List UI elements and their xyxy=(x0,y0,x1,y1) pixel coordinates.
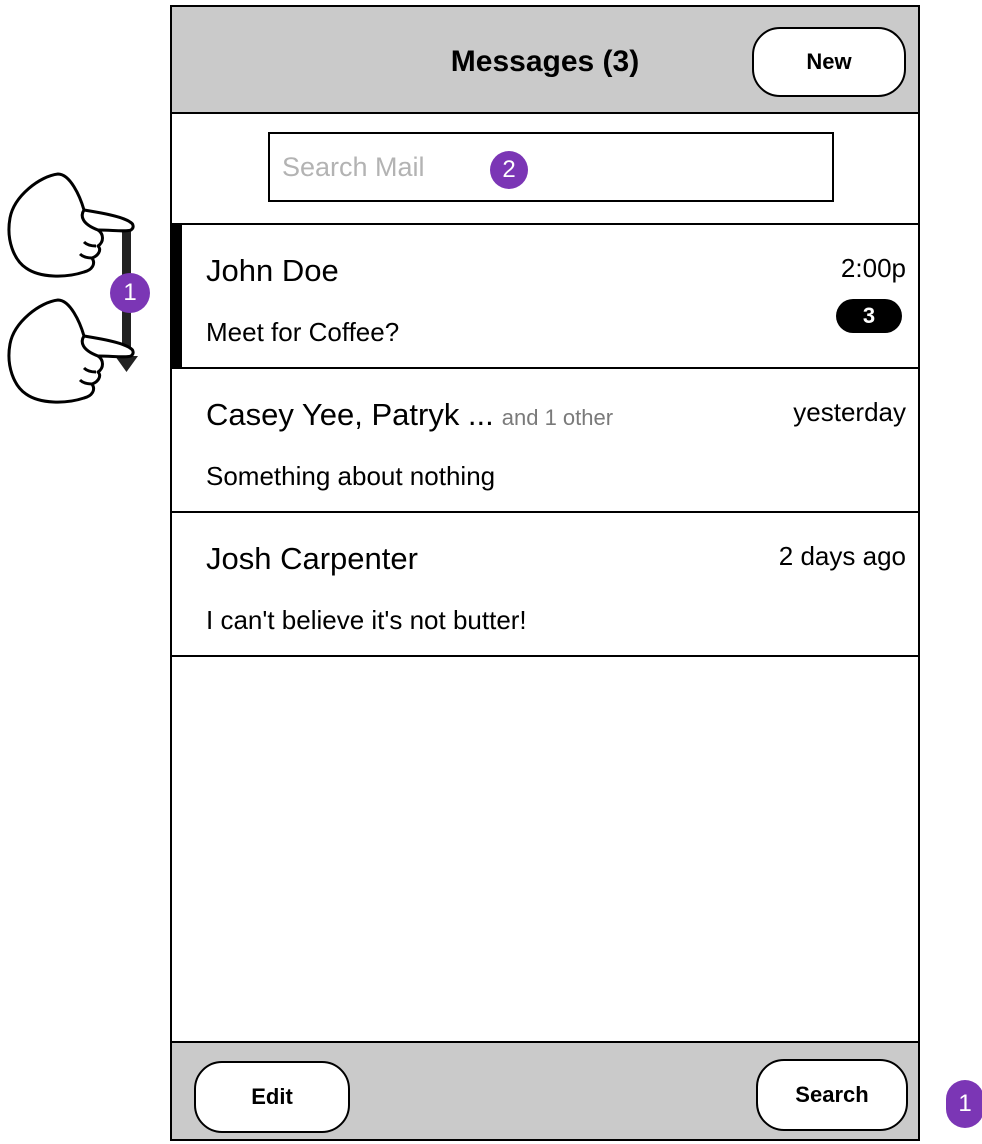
message-row[interactable]: John Doe Meet for Coffee? 2:00p 3 xyxy=(172,225,918,369)
message-preview: I can't believe it's not butter! xyxy=(206,605,527,635)
search-button[interactable]: Search xyxy=(756,1059,908,1131)
search-bar: 2 xyxy=(172,114,918,225)
message-preview: Meet for Coffee? xyxy=(206,317,400,347)
message-sender-line: Casey Yee, Patryk ... and 1 other xyxy=(206,397,613,433)
messages-screen: Messages (3) New 2 John Doe Meet for Cof… xyxy=(170,5,920,1141)
search-step-marker: 2 xyxy=(490,151,528,189)
footer-step-marker: 1 xyxy=(946,1080,982,1128)
search-input[interactable] xyxy=(268,132,834,202)
message-time: 2 days ago xyxy=(778,541,906,571)
message-row[interactable]: Josh Carpenter I can't believe it's not … xyxy=(172,513,918,657)
unread-count-badge: 3 xyxy=(836,299,902,333)
header-bar: Messages (3) New xyxy=(172,7,918,114)
gesture-step-marker: 1 xyxy=(110,273,150,313)
message-extra-recipients: and 1 other xyxy=(501,405,614,430)
message-time: 2:00p xyxy=(840,253,906,283)
message-row[interactable]: Casey Yee, Patryk ... and 1 other Somethi… xyxy=(172,369,918,513)
message-sender: Casey Yee, Patryk ... xyxy=(206,397,494,432)
message-time: yesterday xyxy=(793,397,906,427)
message-preview: Something about nothing xyxy=(206,461,496,491)
new-message-button[interactable]: New xyxy=(752,27,906,97)
message-sender: Josh Carpenter xyxy=(206,541,418,576)
edit-button[interactable]: Edit xyxy=(194,1061,350,1133)
message-sender: John Doe xyxy=(206,253,339,288)
pull-down-gesture-annotation: 1 xyxy=(0,160,160,410)
footer-toolbar: Edit Search xyxy=(172,1041,918,1139)
